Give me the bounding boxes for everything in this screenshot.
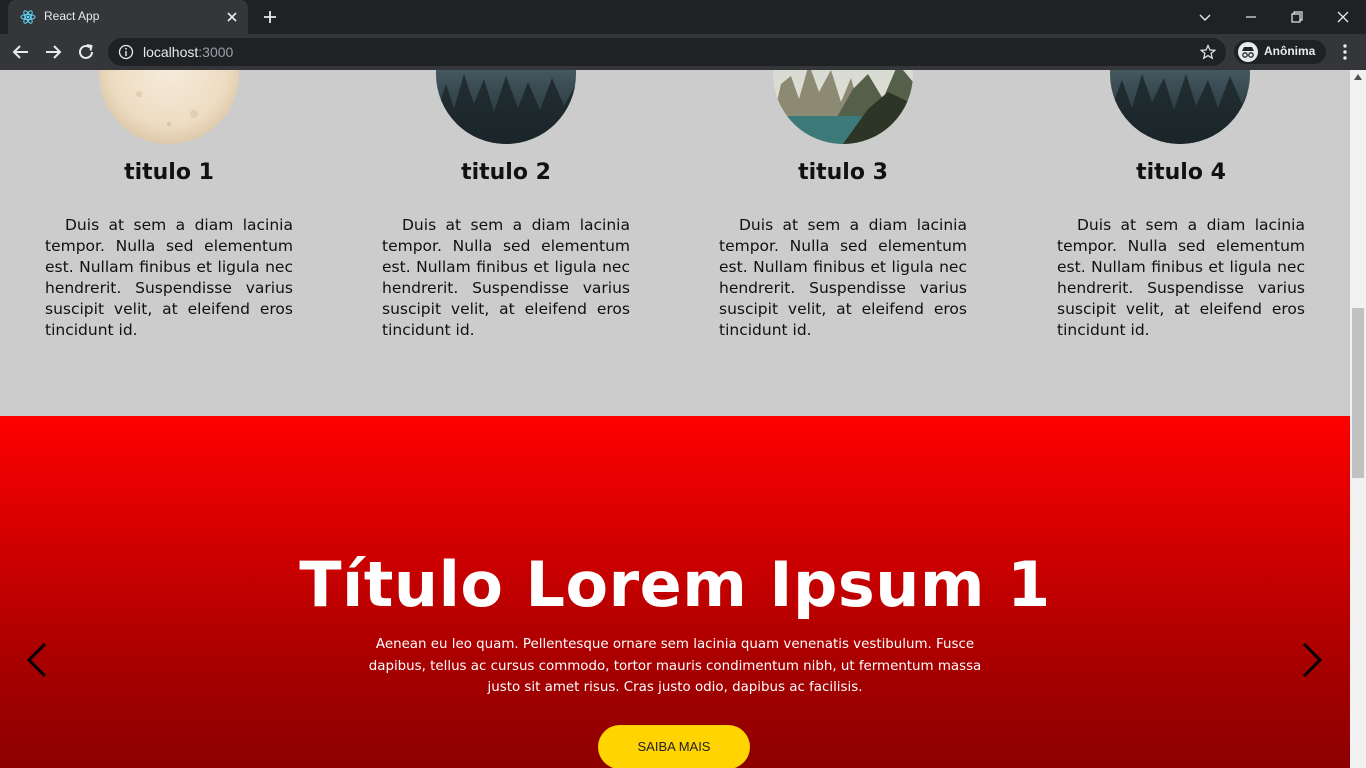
chevron-right-icon[interactable]: [1297, 640, 1327, 680]
card-image: [773, 70, 913, 144]
address-bar[interactable]: localhost:3000: [108, 38, 1226, 66]
card-text: Duis at sem a diam lacinia tempor. Nulla…: [719, 216, 967, 339]
bookmark-star-icon[interactable]: [1200, 44, 1216, 60]
browser-tab[interactable]: React App: [8, 0, 248, 34]
url-text: localhost:3000: [143, 44, 233, 60]
parchment-texture-image: [99, 70, 239, 144]
restore-icon[interactable]: [1287, 7, 1307, 27]
tab-search-icon[interactable]: [1195, 7, 1215, 27]
card-image: [99, 70, 239, 144]
misty-forest-image: [436, 70, 576, 144]
back-icon[interactable]: [10, 41, 32, 63]
close-window-icon[interactable]: [1333, 7, 1353, 27]
react-logo-icon: [20, 10, 36, 24]
browser-toolbar: localhost:3000: [0, 34, 1366, 70]
incognito-icon: [1238, 42, 1258, 62]
chevron-left-icon[interactable]: [22, 640, 52, 680]
site-info-icon[interactable]: [118, 44, 134, 60]
misty-forest-image: [1110, 70, 1250, 144]
browser-tab-strip: React App: [0, 0, 1366, 34]
page-scrollbar[interactable]: [1350, 70, 1366, 768]
profile-label: Anônima: [1264, 44, 1316, 58]
url-host: localhost: [143, 44, 199, 60]
card-text: Duis at sem a diam lacinia tempor. Nulla…: [382, 216, 630, 339]
saiba-mais-label: SAIBA MAIS: [637, 739, 711, 754]
karst-mountains-image: [773, 70, 913, 144]
incognito-profile-button[interactable]: Anônima: [1234, 40, 1326, 64]
close-tab-icon[interactable]: [224, 9, 240, 25]
card-title: titulo 2: [461, 160, 551, 185]
url-port: :3000: [198, 44, 234, 60]
card-title: titulo 1: [124, 160, 214, 185]
scroll-up-arrow-icon[interactable]: [1354, 74, 1362, 80]
minimize-icon[interactable]: [1241, 7, 1261, 27]
card-title: titulo 4: [1136, 160, 1226, 185]
hero-title: Título Lorem Ipsum 1: [299, 548, 1051, 621]
reload-icon[interactable]: [75, 41, 97, 63]
scrollbar-thumb[interactable]: [1352, 308, 1364, 478]
card-section: titulo 1 Duis at sem a diam lacinia temp…: [0, 70, 1350, 416]
card-text: Duis at sem a diam lacinia tempor. Nulla…: [1057, 216, 1305, 339]
more-options-icon[interactable]: [1336, 41, 1354, 63]
tab-title: React App: [44, 9, 100, 23]
card-image: [1110, 70, 1250, 144]
card-title: titulo 3: [798, 160, 888, 185]
card-image: [436, 70, 576, 144]
page-viewport: titulo 1 Duis at sem a diam lacinia temp…: [0, 70, 1350, 768]
forward-icon[interactable]: [42, 41, 64, 63]
saiba-mais-button[interactable]: SAIBA MAIS: [598, 725, 750, 768]
hero-carousel: Título Lorem Ipsum 1 Aenean eu leo quam.…: [0, 416, 1350, 768]
hero-description: Aenean eu leo quam. Pellentesque ornare …: [368, 637, 982, 695]
card-text: Duis at sem a diam lacinia tempor. Nulla…: [45, 216, 293, 339]
new-tab-icon[interactable]: [260, 7, 280, 27]
